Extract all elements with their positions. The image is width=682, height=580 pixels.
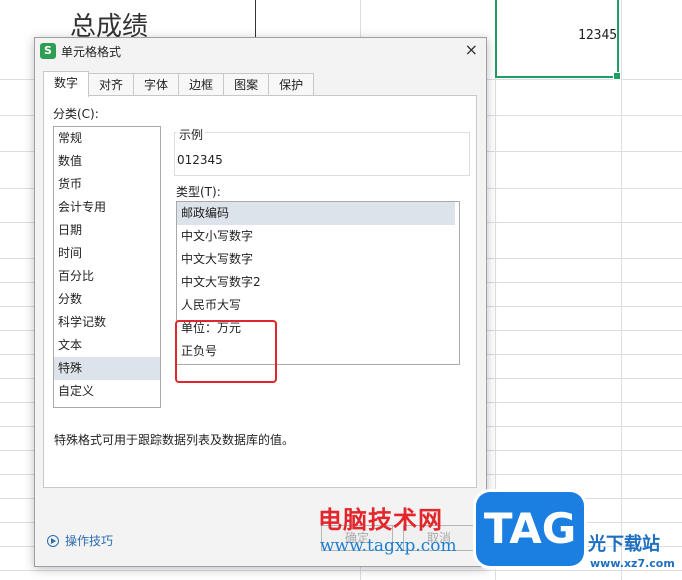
category-item[interactable]: 分数 [54, 288, 160, 311]
watermark-brand-name: 光下载站 [588, 534, 660, 555]
tips-link[interactable]: 操作技巧 [47, 532, 113, 549]
tab-pattern[interactable]: 图案 [223, 73, 270, 96]
tag-logo: TAG [476, 492, 584, 566]
category-item-selected[interactable]: 特殊 [54, 357, 160, 380]
category-item[interactable]: 百分比 [54, 265, 160, 288]
category-item[interactable]: 日期 [54, 219, 160, 242]
tab-panel-number: 分类(C): 常规 数值 货币 会计专用 日期 时间 百分比 分数 科学记数 文… [43, 95, 477, 488]
wps-app-icon: S [40, 43, 56, 59]
type-item[interactable]: 中文小写数字 [177, 225, 459, 248]
type-item-selected[interactable]: 邮政编码 [177, 202, 455, 225]
cell-value: 12345 [578, 28, 618, 43]
grid-line [621, 0, 622, 580]
format-cells-dialog: S 单元格格式 × 数字 对齐 字体 边框 图案 保护 分类(C): 常规 数值… [34, 37, 487, 567]
close-icon[interactable]: × [465, 42, 478, 58]
category-item[interactable]: 时间 [54, 242, 160, 265]
tab-number[interactable]: 数字 [43, 71, 90, 97]
tab-alignment[interactable]: 对齐 [88, 73, 135, 96]
tips-label: 操作技巧 [65, 534, 114, 548]
tab-border[interactable]: 边框 [178, 73, 225, 96]
category-item[interactable]: 货币 [54, 173, 160, 196]
category-item[interactable]: 科学记数 [54, 311, 160, 334]
play-circle-icon [47, 534, 59, 547]
highlight-annotation-box [175, 320, 277, 383]
tab-protection[interactable]: 保护 [268, 73, 315, 96]
category-label: 分类(C): [53, 107, 99, 121]
type-item[interactable]: 中文大写数字2 [177, 271, 459, 294]
watermark-brand-url: www.xz7.com [590, 557, 675, 570]
watermark-site-name: 电脑技术网 [318, 506, 443, 534]
sample-value: 012345 [177, 153, 223, 167]
dialog-titlebar[interactable]: S 单元格格式 × [35, 38, 486, 64]
tab-bar: 数字 对齐 字体 边框 图案 保护 [43, 71, 315, 97]
category-item[interactable]: 会计专用 [54, 196, 160, 219]
type-item[interactable]: 人民币大写 [177, 294, 459, 317]
tab-font[interactable]: 字体 [133, 73, 180, 96]
type-item[interactable]: 中文大写数字 [177, 248, 459, 271]
category-item[interactable]: 数值 [54, 150, 160, 173]
category-item[interactable]: 常规 [54, 127, 160, 150]
fill-handle[interactable] [613, 72, 621, 80]
watermark-site-url: www.tagxp.com [320, 536, 457, 556]
category-list[interactable]: 常规 数值 货币 会计专用 日期 时间 百分比 分数 科学记数 文本 特殊 自定… [53, 126, 161, 408]
grid-line [0, 570, 682, 571]
category-item[interactable]: 文本 [54, 334, 160, 357]
sample-title: 示例 [177, 126, 206, 143]
dialog-title: 单元格格式 [61, 45, 122, 59]
format-description: 特殊格式可用于跟踪数据列表及数据库的值。 [54, 433, 295, 447]
type-label: 类型(T): [176, 185, 221, 199]
category-item[interactable]: 自定义 [54, 380, 160, 403]
